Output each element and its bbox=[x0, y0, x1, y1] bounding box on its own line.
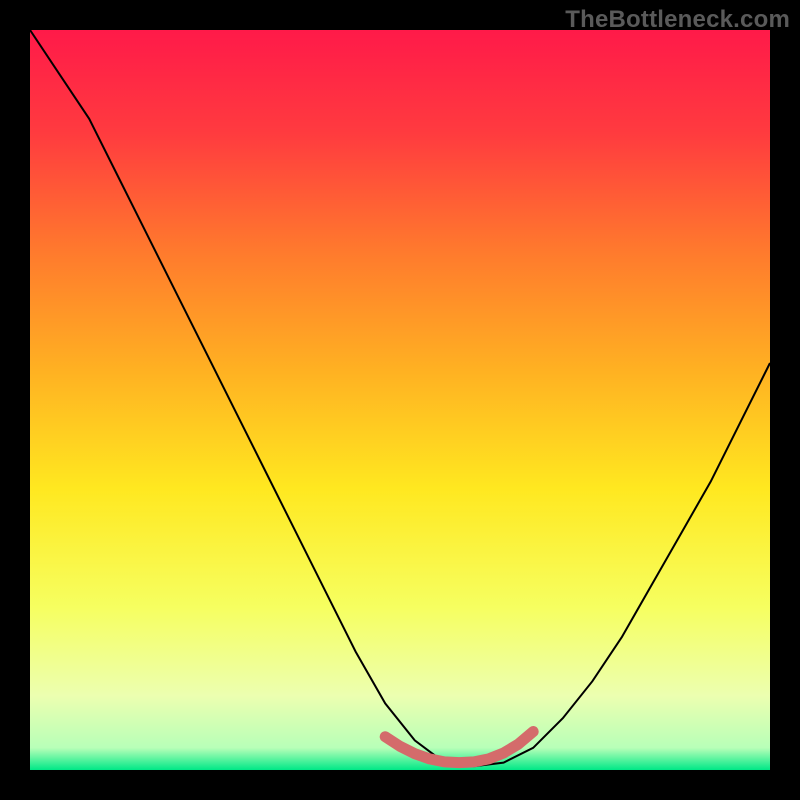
chart-frame: TheBottleneck.com bbox=[0, 0, 800, 800]
chart-svg bbox=[30, 30, 770, 770]
chart-plot-area bbox=[30, 30, 770, 770]
chart-background bbox=[30, 30, 770, 770]
